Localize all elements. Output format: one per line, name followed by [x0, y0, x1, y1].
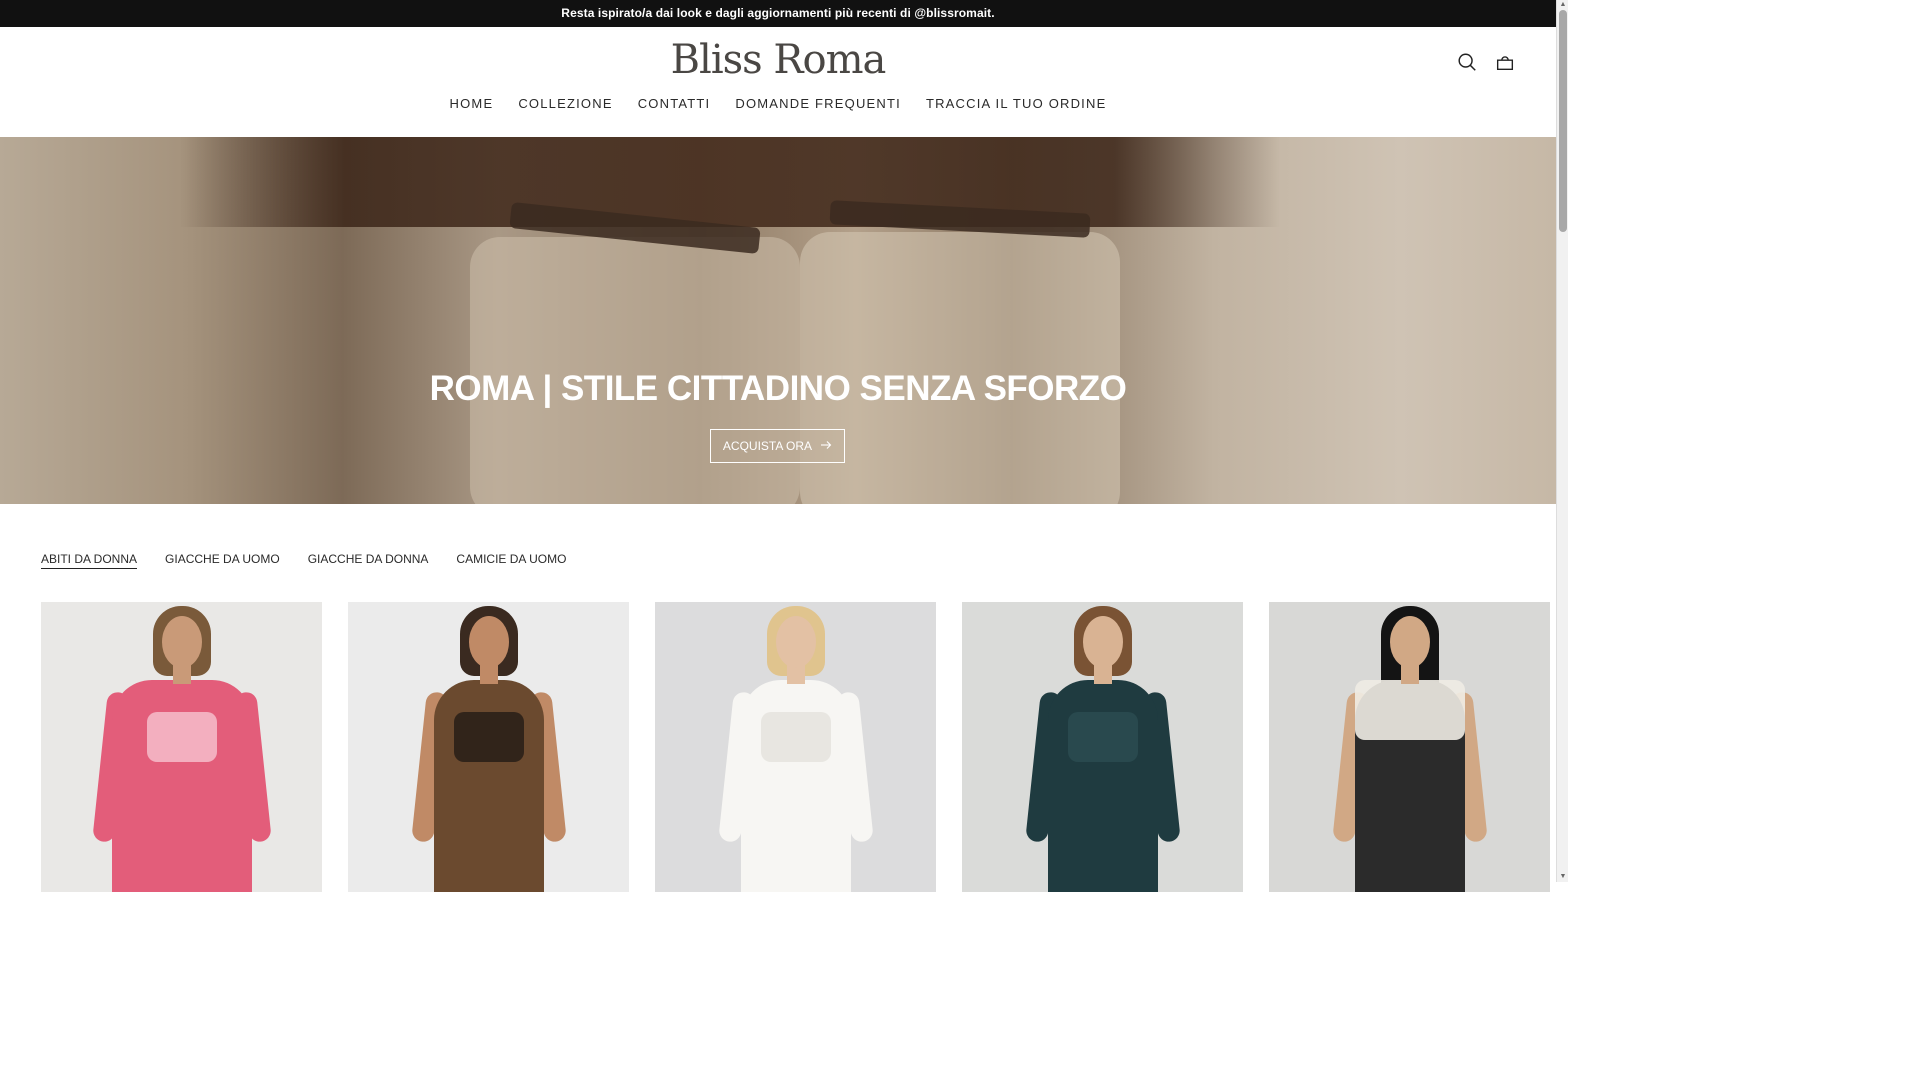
nav-collezione[interactable]: COLLEZIONE	[506, 96, 625, 111]
product-card[interactable]	[41, 602, 322, 892]
product-grid	[41, 602, 1550, 892]
announcement-text: Resta ispirato/a dai look e dagli aggior…	[561, 6, 995, 20]
tab-abiti-da-donna[interactable]: ABITI DA DONNA	[41, 552, 138, 569]
hero-title: ROMA | STILE CITTADINO SENZA SFORZO	[429, 369, 1127, 408]
hero-banner: ROMA | STILE CITTADINO SENZA SFORZO ACQU…	[0, 137, 1556, 504]
nav-traccia-ordine[interactable]: TRACCIA IL TUO ORDINE	[913, 96, 1119, 111]
announcement-bar: Resta ispirato/a dai look e dagli aggior…	[0, 0, 1556, 27]
search-icon[interactable]	[1456, 51, 1478, 73]
hero-image-trousers-right	[800, 232, 1120, 504]
collection-tabs: ABITI DA DONNA GIACCHE DA UOMO GIACCHE D…	[41, 552, 566, 569]
nav-home[interactable]: HOME	[437, 96, 506, 111]
nav-domande-frequenti[interactable]: DOMANDE FREQUENTI	[723, 96, 914, 111]
shop-now-button[interactable]: ACQUISTA ORA	[710, 429, 845, 463]
nav-contatti[interactable]: CONTATTI	[625, 96, 723, 111]
scroll-down-arrow[interactable]: ▼	[1557, 872, 1569, 882]
tab-giacche-da-donna[interactable]: GIACCHE DA DONNA	[308, 552, 429, 569]
tab-giacche-da-uomo[interactable]: GIACCHE DA UOMO	[165, 552, 280, 569]
scroll-up-arrow[interactable]: ▲	[1557, 0, 1569, 10]
shop-now-label: ACQUISTA ORA	[722, 439, 813, 453]
hero-image-shirts	[180, 137, 1280, 227]
product-image-white-long-sleeve-mini-dress[interactable]	[655, 602, 936, 892]
brand-logo[interactable]: Bliss Roma	[0, 37, 1556, 83]
main-navigation: HOME COLLEZIONE CONTATTI DOMANDE FREQUEN…	[0, 96, 1556, 111]
product-image-dark-green-knit-maxi-dress[interactable]	[962, 602, 1243, 892]
tab-camicie-da-uomo[interactable]: CAMICIE DA UOMO	[456, 552, 566, 569]
product-image-leopard-print-slip-dress[interactable]	[348, 602, 629, 892]
bag-icon[interactable]	[1494, 51, 1516, 73]
scrollbar-thumb[interactable]	[1559, 10, 1567, 232]
page-scrollbar[interactable]: ▲ ▼	[1556, 0, 1568, 882]
site-header: Bliss Roma HOME COLLEZIONE CONTATTI DOMA…	[0, 27, 1556, 137]
product-card[interactable]	[655, 602, 936, 892]
product-image-black-denim-overalls[interactable]	[1269, 602, 1550, 892]
product-card[interactable]	[1269, 602, 1550, 892]
arrow-right-icon	[820, 439, 832, 454]
product-image-pink-patterned-shirt-dress[interactable]	[41, 602, 322, 892]
product-card[interactable]	[348, 602, 629, 892]
product-card[interactable]	[962, 602, 1243, 892]
